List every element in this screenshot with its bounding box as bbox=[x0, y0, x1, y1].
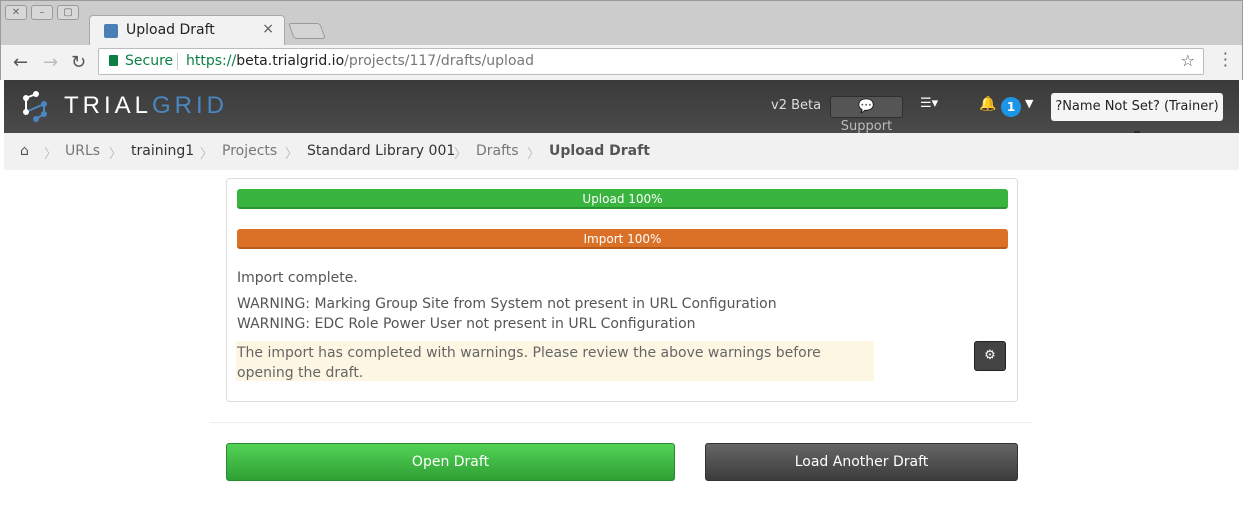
new-tab-button[interactable] bbox=[288, 23, 326, 39]
tab-close-icon[interactable]: × bbox=[262, 21, 274, 37]
window-minimize-button[interactable]: – bbox=[31, 5, 53, 20]
list-menu-icon[interactable]: ☰▾ bbox=[920, 96, 938, 111]
upload-panel: Upload 100% Import 100% Import complete.… bbox=[226, 178, 1018, 402]
lock-icon bbox=[109, 55, 118, 66]
chat-icon: 💬 bbox=[858, 99, 875, 114]
chevron-right-icon: 〉 bbox=[527, 147, 541, 162]
back-icon[interactable]: ← bbox=[13, 52, 28, 73]
breadcrumb: ⌂ 〉 URLs 〉 training1 〉 Projects 〉 Standa… bbox=[4, 133, 1239, 170]
chevron-right-icon: 〉 bbox=[454, 147, 468, 162]
breadcrumb-training1[interactable]: training1 bbox=[131, 143, 194, 159]
import-status: Import complete. bbox=[237, 270, 358, 286]
gear-icon: ⚙ bbox=[984, 348, 996, 363]
bell-icon[interactable]: 🔔 bbox=[979, 96, 996, 112]
app-navbar: TRIALGRID v2 Beta 💬 Support ☰▾ 🔔 1 ▼ ?Na… bbox=[4, 80, 1239, 142]
user-menu-button[interactable]: ?Name Not Set? (Trainer) ▾ bbox=[1051, 93, 1223, 142]
breadcrumb-projects[interactable]: Projects bbox=[222, 143, 277, 159]
favicon-icon bbox=[104, 24, 118, 38]
url-text[interactable]: https://beta.trialgrid.io/projects/117/d… bbox=[186, 53, 534, 69]
breadcrumb-drafts[interactable]: Drafts bbox=[476, 143, 519, 159]
support-button[interactable]: 💬 Support bbox=[830, 96, 903, 134]
browser-toolbar: ← → ↻ Secure https://beta.trialgrid.io/p… bbox=[0, 45, 1243, 80]
breadcrumb-upload-draft: Upload Draft bbox=[549, 143, 650, 159]
secure-label: Secure bbox=[125, 53, 174, 69]
chevron-right-icon: 〉 bbox=[44, 147, 58, 162]
load-another-draft-button[interactable]: Load Another Draft bbox=[705, 443, 1018, 481]
home-icon[interactable]: ⌂ bbox=[20, 143, 29, 159]
chevron-right-icon: 〉 bbox=[109, 147, 123, 162]
breadcrumb-urls[interactable]: URLs bbox=[65, 143, 100, 159]
browser-titlebar: ✕ – ▢ Upload Draft × bbox=[0, 0, 1243, 46]
forward-icon[interactable]: → bbox=[43, 52, 58, 73]
divider bbox=[210, 422, 1032, 423]
notification-badge[interactable]: 1 bbox=[1001, 97, 1021, 117]
warning-line: WARNING: Marking Group Site from System … bbox=[237, 296, 777, 312]
window-close-button[interactable]: ✕ bbox=[5, 5, 27, 20]
caret-down-icon[interactable]: ▼ bbox=[1025, 97, 1033, 110]
browser-tab[interactable]: Upload Draft × bbox=[89, 15, 285, 46]
upload-progress-bar: Upload 100% bbox=[237, 189, 1008, 209]
warning-summary: The import has completed with warnings. … bbox=[236, 341, 874, 381]
chevron-right-icon: 〉 bbox=[200, 147, 214, 162]
chevron-right-icon: 〉 bbox=[285, 147, 299, 162]
browser-menu-icon[interactable]: · · · bbox=[1223, 46, 1228, 74]
open-draft-button[interactable]: Open Draft bbox=[226, 443, 675, 481]
address-separator bbox=[177, 53, 178, 70]
trialgrid-logo-icon[interactable] bbox=[20, 90, 54, 122]
bookmark-star-icon[interactable]: ☆ bbox=[1181, 51, 1195, 70]
warning-line: WARNING: EDC Role Power User not present… bbox=[237, 316, 696, 332]
breadcrumb-standard-library[interactable]: Standard Library 001 bbox=[307, 143, 455, 159]
window-maximize-button[interactable]: ▢ bbox=[57, 5, 79, 20]
import-progress-bar: Import 100% bbox=[237, 229, 1008, 249]
reload-icon[interactable]: ↻ bbox=[71, 52, 86, 73]
brand-name[interactable]: TRIALGRID bbox=[64, 92, 228, 120]
settings-button[interactable]: ⚙ bbox=[974, 341, 1006, 371]
version-label: v2 Beta bbox=[771, 98, 822, 113]
tab-title: Upload Draft bbox=[126, 22, 215, 38]
address-bar[interactable]: Secure https://beta.trialgrid.io/project… bbox=[98, 48, 1204, 75]
